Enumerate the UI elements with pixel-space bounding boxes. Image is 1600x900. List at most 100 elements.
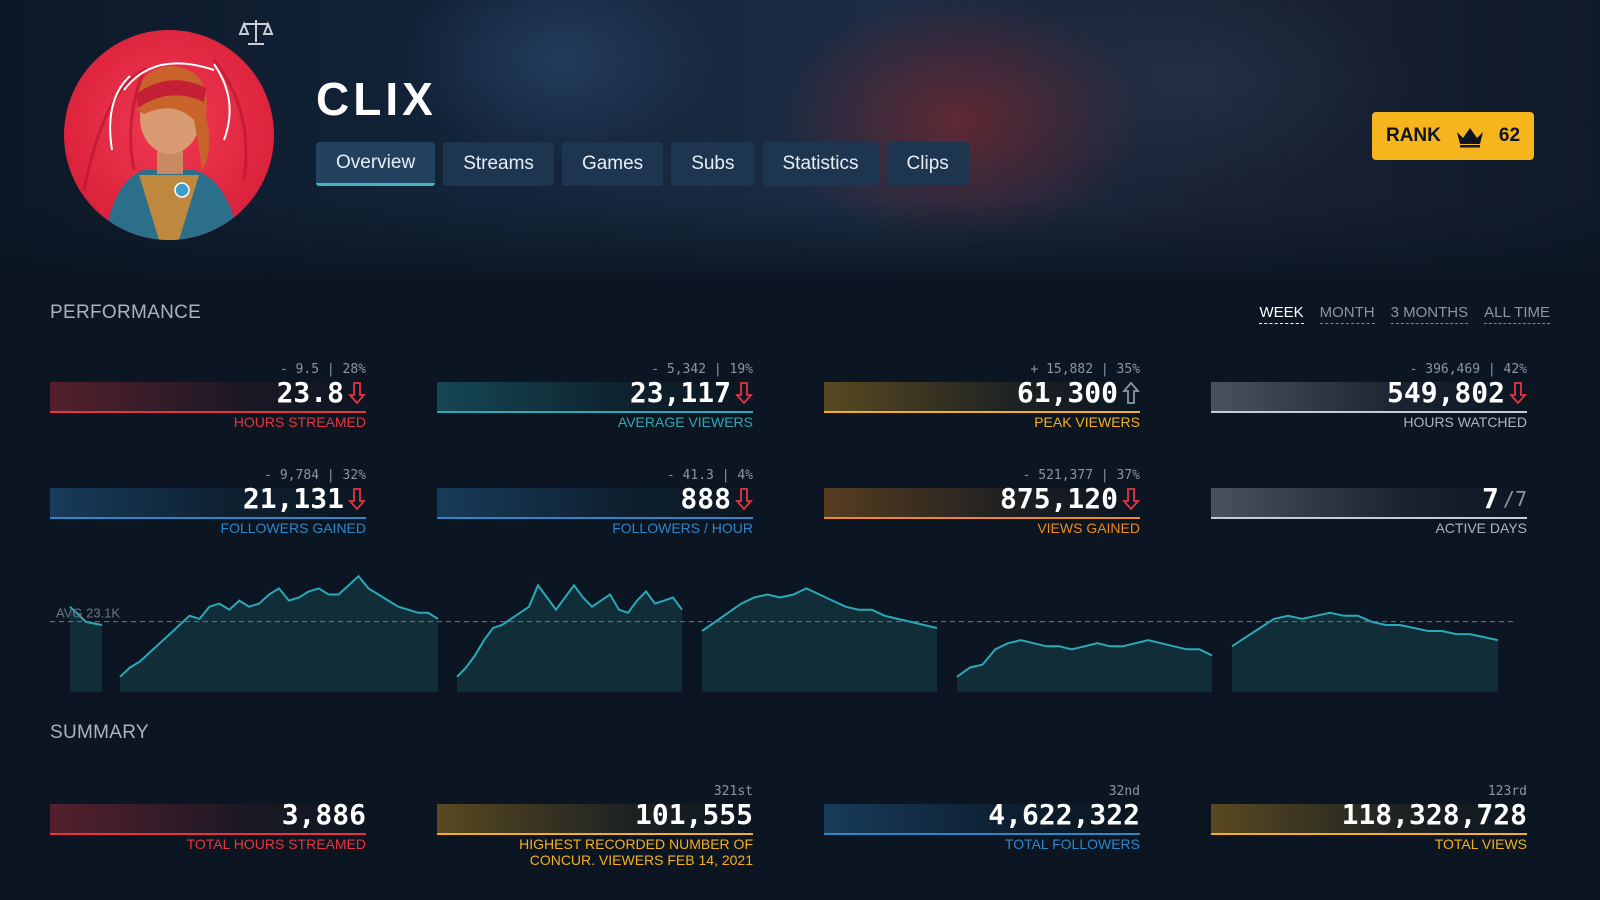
tab-subs[interactable]: Subs: [671, 142, 755, 186]
stat-label: HOURS WATCHED: [1403, 414, 1527, 430]
stat-underline: [1211, 517, 1527, 519]
tab-statistics[interactable]: Statistics: [762, 142, 879, 186]
stat-value-row: 888: [680, 482, 753, 515]
stat-underline: [50, 411, 366, 413]
summary-title: SUMMARY: [50, 722, 149, 743]
stat-value: 549,802: [1386, 376, 1505, 409]
tab-games[interactable]: Games: [561, 142, 664, 186]
avatar[interactable]: [64, 30, 274, 240]
crown-icon: [1456, 128, 1483, 148]
rank-badge[interactable]: RANK 62: [1372, 112, 1534, 160]
stat-label: PEAK VIEWERS: [1034, 414, 1140, 430]
stat-underline: [1211, 411, 1527, 413]
stat-value-row: 7 /7: [1482, 482, 1527, 515]
stat-value: 875,120: [999, 482, 1118, 515]
summary-underline: [50, 833, 366, 835]
stat-value: 21,131: [242, 482, 344, 515]
stat-value-row: 23.8: [277, 376, 366, 409]
stat-value-row: 61,300: [1017, 376, 1140, 409]
period-all-time[interactable]: ALL TIME: [1484, 304, 1550, 324]
rank-value: 62: [1498, 125, 1521, 146]
stat-value-row: 21,131: [243, 482, 366, 515]
summary-label-line1: HIGHEST RECORDED NUMBER OF: [519, 836, 753, 852]
summary-value: 3,886: [281, 798, 366, 831]
stat-value-row: 549,802: [1387, 376, 1527, 409]
summary-value-row: 4,622,322: [988, 798, 1140, 831]
arrow-down-icon: [348, 381, 366, 404]
stat-value: 23.8: [276, 376, 344, 409]
compare-scale-icon[interactable]: [238, 16, 274, 48]
arrow-down-icon: [735, 381, 753, 404]
stat-underline: [824, 517, 1140, 519]
chart-area-segment: [702, 588, 937, 692]
summary-rank: 32nd: [1108, 784, 1140, 799]
stat-label: ACTIVE DAYS: [1435, 520, 1527, 536]
stat-hours-streamed: - 9.5 | 28% 23.8 HOURS STREAMED: [50, 362, 366, 432]
summary-underline: [824, 833, 1140, 835]
summary-label-text: TOTAL HOURS STREAMED: [186, 836, 366, 852]
stat-hours-watched: - 396,469 | 42% 549,802 HOURS WATCHED: [1211, 362, 1527, 432]
stat-underline: [50, 517, 366, 519]
stat-denominator: /7: [1502, 486, 1527, 511]
stat-average-viewers: - 5,342 | 19% 23,117 AVERAGE VIEWERS: [437, 362, 753, 432]
stat-label: FOLLOWERS / HOUR: [612, 520, 753, 536]
period-month[interactable]: MONTH: [1319, 304, 1375, 324]
summary-total-hours-streamed: 3,886 TOTAL HOURS STREAMED: [50, 784, 366, 854]
avatar-character-image: [82, 59, 248, 240]
stat-delta: - 9.5 | 28%: [279, 362, 366, 377]
stat-value-row: 23,117: [630, 376, 753, 409]
chart-area-segment: [1232, 612, 1498, 692]
stat-label: HOURS STREAMED: [233, 414, 366, 430]
summary-label: TOTAL VIEWS: [1435, 836, 1527, 852]
stat-label: AVERAGE VIEWERS: [617, 414, 753, 430]
tab-clips[interactable]: Clips: [886, 142, 969, 186]
rank-label: RANK: [1385, 125, 1441, 146]
stat-followers-hour: - 41.3 | 4% 888 FOLLOWERS / HOUR: [437, 468, 753, 538]
tab-overview[interactable]: Overview: [316, 142, 436, 186]
period-week[interactable]: WEEK: [1259, 304, 1304, 324]
stat-active-days: 7 /7 ACTIVE DAYS: [1211, 468, 1527, 538]
stat-underline: [824, 411, 1140, 413]
average-label: AVG 23.1K: [56, 606, 120, 621]
profile-tabs: Overview Streams Games Subs Statistics C…: [316, 142, 969, 186]
stat-value: 23,117: [629, 376, 731, 409]
summary-value: 101,555: [634, 798, 753, 831]
summary-underline: [1211, 833, 1527, 835]
stat-label: FOLLOWERS GAINED: [220, 520, 366, 536]
arrow-down-icon: [1509, 381, 1527, 404]
summary-label: TOTAL FOLLOWERS: [1005, 836, 1140, 852]
stat-delta: - 521,377 | 37%: [1022, 468, 1140, 483]
stat-label: VIEWS GAINED: [1037, 520, 1140, 536]
arrow-down-icon: [348, 487, 366, 510]
chart-area-segment: [120, 576, 438, 692]
stat-underline: [437, 411, 753, 413]
arrow-up-icon: [1122, 381, 1140, 404]
stat-delta: + 15,882 | 35%: [1030, 362, 1140, 377]
tab-streams[interactable]: Streams: [443, 142, 554, 186]
summary-total-views: 123rd 118,328,728 TOTAL VIEWS: [1211, 784, 1527, 854]
stat-value: 888: [680, 482, 731, 515]
profile-header: CLIX Overview Streams Games Subs Statist…: [0, 0, 1600, 280]
summary-value-row: 118,328,728: [1342, 798, 1527, 831]
summary-label-line2: CONCUR. VIEWERS FEB 14, 2021: [529, 852, 753, 868]
summary-value-row: 101,555: [635, 798, 753, 831]
stat-delta: - 396,469 | 42%: [1409, 362, 1527, 377]
stat-peak-viewers: + 15,882 | 35% 61,300 PEAK VIEWERS: [824, 362, 1140, 432]
stat-followers-gained: - 9,784 | 32% 21,131 FOLLOWERS GAINED: [50, 468, 366, 538]
summary-rank: 123rd: [1487, 784, 1527, 799]
summary-underline: [437, 833, 753, 835]
stat-value: 7: [1482, 482, 1499, 515]
summary-rank: 321st: [713, 784, 753, 799]
summary-value: 4,622,322: [988, 798, 1140, 831]
chart-area-segment: [457, 585, 682, 692]
summary-label-text: TOTAL VIEWS: [1434, 836, 1527, 852]
summary-value: 118,328,728: [1341, 798, 1527, 831]
chart-area-segment: [957, 640, 1212, 692]
period-selector: WEEK MONTH 3 MONTHS ALL TIME: [1259, 304, 1550, 324]
period-3-months[interactable]: 3 MONTHS: [1390, 304, 1469, 324]
stat-delta: - 9,784 | 32%: [264, 468, 366, 483]
stat-delta: - 5,342 | 19%: [651, 362, 753, 377]
summary-label-text: TOTAL FOLLOWERS: [1004, 836, 1140, 852]
summary-total-followers: 32nd 4,622,322 TOTAL FOLLOWERS: [824, 784, 1140, 854]
summary-label: TOTAL HOURS STREAMED: [187, 836, 366, 852]
